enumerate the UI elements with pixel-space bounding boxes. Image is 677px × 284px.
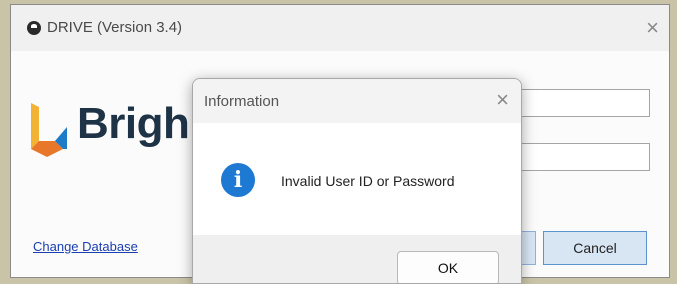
brand-logo-text: Brigh: [77, 99, 190, 148]
app-icon: [27, 21, 41, 35]
ok-button[interactable]: OK: [397, 251, 499, 283]
window-title: DRIVE (Version 3.4): [47, 19, 183, 36]
logo-yellow-shape: [31, 103, 39, 149]
dialog-footer: OK: [193, 235, 521, 283]
brand-logo-icon: [31, 103, 67, 157]
error-message: Invalid User ID or Password: [281, 173, 455, 189]
dialog-titlebar[interactable]: Information ×: [193, 79, 521, 123]
dialog-content: i Invalid User ID or Password: [193, 123, 521, 235]
information-dialog: Information × i Invalid User ID or Passw…: [192, 78, 522, 284]
main-titlebar[interactable]: DRIVE (Version 3.4) ×: [11, 5, 669, 51]
close-icon[interactable]: ×: [646, 15, 659, 41]
dialog-title: Information: [204, 93, 280, 110]
password-field[interactable]: [516, 143, 650, 171]
info-icon: i: [221, 163, 255, 197]
dialog-close-icon[interactable]: ×: [496, 87, 509, 113]
user-id-field[interactable]: [516, 89, 650, 117]
change-database-link[interactable]: Change Database: [33, 239, 138, 254]
cancel-button[interactable]: Cancel: [543, 231, 647, 265]
